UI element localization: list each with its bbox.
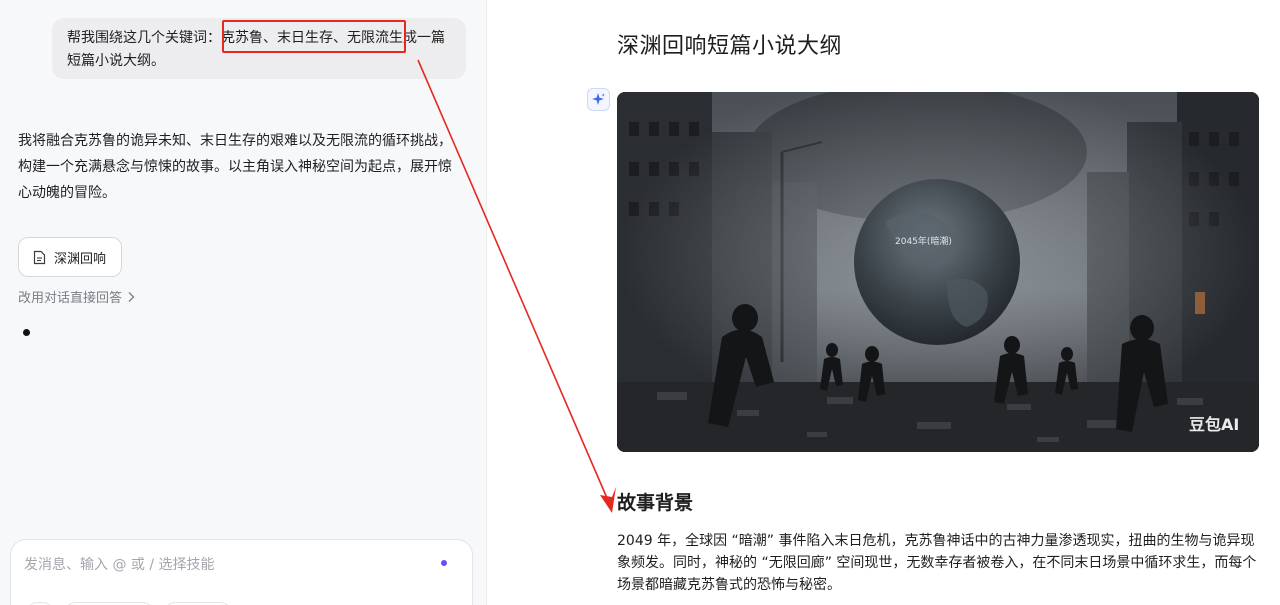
message-input-placeholder: 发消息、输入 @ 或 / 选择技能: [24, 557, 215, 573]
document-title: 深渊回响短篇小说大纲: [617, 34, 843, 59]
ai-edit-button[interactable]: [587, 88, 610, 111]
document-chip-button[interactable]: 深渊回响: [18, 237, 122, 277]
sparkle-icon: [592, 93, 605, 105]
image-watermark: 豆包AI: [1189, 415, 1239, 434]
globe-caption: 2045年(暗潮): [895, 235, 952, 247]
switch-to-chat-link[interactable]: 改用对话直接回答: [18, 287, 136, 306]
document-panel: 深渊回响短篇小说大纲 2045年(暗潮) 豆包AI 故事背景 2049 年，全球…: [488, 0, 1280, 605]
section-heading: 故事背景: [617, 492, 694, 514]
document-chip-label: 深渊回响: [54, 251, 107, 267]
section-paragraph: 2049 年，全球因 “暗潮” 事件陷入末日危机，克苏鲁神话中的古神力量渗透现实…: [617, 533, 1257, 593]
keyword-highlight-box: [222, 20, 406, 53]
document-icon: [33, 250, 46, 264]
chat-panel: 帮我围绕这几个关键词：克苏鲁、末日生存、无限流生成一篇短篇小说大纲。 我将融合克…: [0, 0, 487, 605]
switch-link-label: 改用对话直接回答: [18, 291, 123, 306]
user-message-prefix: 帮我围绕这几个关键词：: [67, 30, 221, 46]
loading-dot: [23, 329, 30, 336]
chevron-right-icon: [128, 291, 135, 302]
input-status-dot: [441, 560, 447, 566]
assistant-reply: 我将融合克苏鲁的诡异未知、末日生存的艰难以及无限流的循环挑战，构建一个充满悬念与…: [18, 133, 452, 201]
cover-image: 2045年(暗潮) 豆包AI: [617, 92, 1259, 452]
message-input[interactable]: 发消息、输入 @ 或 / 选择技能: [10, 539, 473, 605]
